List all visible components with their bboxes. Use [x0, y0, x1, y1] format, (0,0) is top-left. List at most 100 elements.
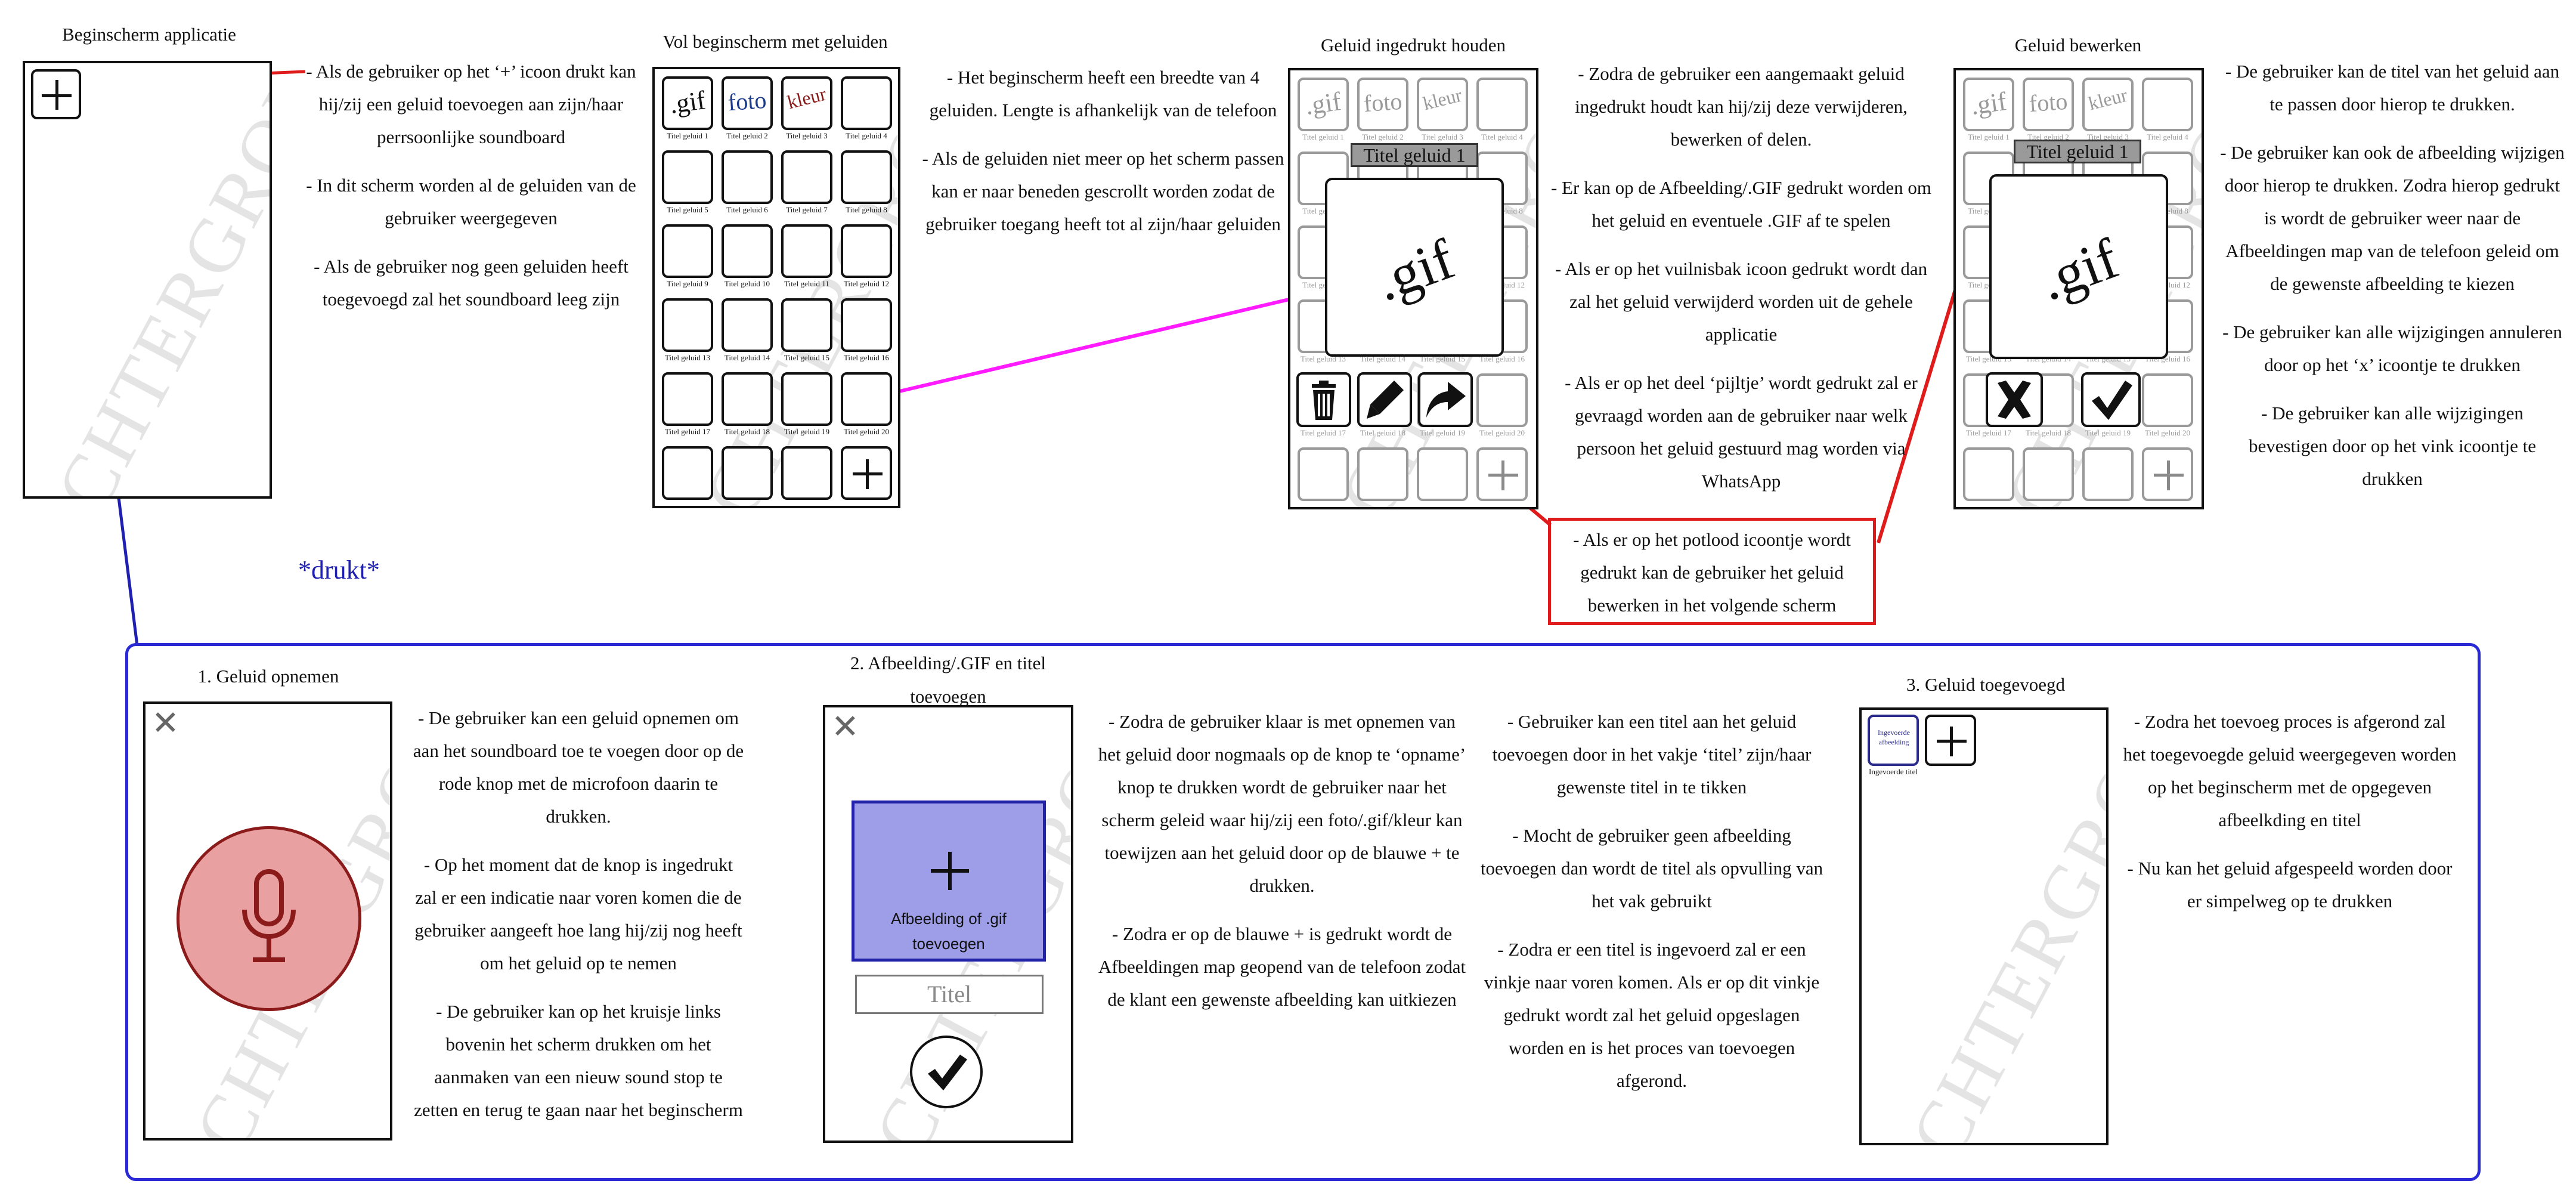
- desc-paragraph: - Zodra het toevoeg proces is afgerond z…: [2123, 711, 2457, 830]
- sound-tile[interactable]: foto: [722, 76, 773, 130]
- sound-tile-label: Titel geluid 17: [664, 427, 711, 436]
- sound-tile[interactable]: .gif: [662, 76, 713, 130]
- desc-paragraph: - De gebruiker kan ook de afbeelding wij…: [2220, 142, 2565, 294]
- step1-description: - De gebruiker kan een geluid opnemen om…: [411, 701, 745, 1142]
- sound-tile[interactable]: [722, 150, 773, 204]
- desc-paragraph: - De gebruiker kan alle wijzigingen annu…: [2222, 322, 2562, 375]
- added-sound-tile[interactable]: Ingevoerde afbeelding: [1868, 715, 1919, 766]
- microphone-icon: [242, 869, 296, 962]
- sound-tile[interactable]: .gif: [1963, 78, 2014, 131]
- confirm-add-button[interactable]: [910, 1036, 983, 1108]
- popup-gif-preview[interactable]: .gif: [1325, 178, 1504, 357]
- sound-tile[interactable]: [781, 224, 832, 278]
- added-image-placeholder: Ingevoerde afbeelding: [1878, 728, 1910, 746]
- popup-title[interactable]: Titel geluid 1: [1351, 143, 1478, 167]
- sound-tile[interactable]: [841, 76, 892, 130]
- sound-tile[interactable]: kleur: [2082, 78, 2134, 131]
- add-sound-button[interactable]: [1476, 447, 1528, 501]
- add-sound-button[interactable]: [841, 446, 892, 500]
- delete-button[interactable]: [1296, 372, 1351, 427]
- sound-tile-label: Titel geluid 18: [1360, 428, 1406, 437]
- sound-tile-label: Titel geluid 13: [664, 353, 711, 362]
- sound-tile[interactable]: [662, 372, 713, 426]
- sound-tile[interactable]: [841, 150, 892, 204]
- gif-text: .gif: [2031, 225, 2126, 313]
- add-sound-button[interactable]: [1925, 715, 1976, 766]
- sound-tile-label: Titel geluid 18: [2025, 428, 2072, 437]
- step2-title-description: - Gebruiker kan een titel aan het geluid…: [1479, 705, 1825, 1112]
- sound-tile[interactable]: [662, 150, 713, 204]
- sound-tile[interactable]: [722, 298, 773, 352]
- sound-tile[interactable]: [722, 224, 773, 278]
- edit-title-field[interactable]: Titel geluid 1: [2014, 140, 2141, 163]
- add-sound-button[interactable]: [31, 69, 81, 119]
- sound-tile-label: Titel geluid 1: [667, 131, 708, 140]
- confirm-edit-button[interactable]: [2081, 372, 2141, 427]
- sound-tile-label: Titel geluid 11: [784, 279, 829, 288]
- added-sound-title: Ingevoerde titel: [1869, 767, 1918, 776]
- title-input[interactable]: Titel: [855, 975, 1044, 1014]
- sound-tile[interactable]: [1417, 447, 1468, 501]
- edit-note-text: - Als er op het potlood icoontje wordt g…: [1573, 529, 1851, 616]
- sound-tile[interactable]: [781, 150, 832, 204]
- share-button[interactable]: [1418, 372, 1473, 427]
- sound-tile[interactable]: foto: [2023, 78, 2074, 131]
- sound-tile-label: Titel geluid 12: [843, 279, 890, 288]
- sound-tile[interactable]: [722, 372, 773, 426]
- sound-tile[interactable]: [2023, 447, 2074, 501]
- sound-tile[interactable]: [662, 298, 713, 352]
- sound-tile[interactable]: [841, 298, 892, 352]
- edit-gif-preview[interactable]: .gif: [1989, 174, 2168, 359]
- sound-tile[interactable]: foto: [1357, 78, 1408, 131]
- sound-tile[interactable]: kleur: [781, 76, 832, 130]
- close-icon[interactable]: ✕: [831, 707, 859, 746]
- sound-tile-label: Titel geluid 5: [667, 205, 708, 214]
- sound-tile-label: Titel geluid 16: [843, 353, 890, 362]
- sound-tile[interactable]: .gif: [1298, 78, 1349, 131]
- sound-tile[interactable]: [662, 224, 713, 278]
- sound-tile[interactable]: [1963, 447, 2014, 501]
- desc-paragraph: - Gebruiker kan een titel aan het geluid…: [1492, 711, 1812, 798]
- sound-tile[interactable]: [2142, 78, 2193, 131]
- add-sound-button[interactable]: [2142, 447, 2193, 501]
- record-button[interactable]: [177, 826, 361, 1011]
- sound-tile-label: Titel geluid 1: [1968, 132, 2010, 141]
- screen-add-image-title: ACHTERGROND ✕ Afbeelding of .gif toevoeg…: [823, 705, 1073, 1143]
- sound-tile[interactable]: [1357, 447, 1408, 501]
- edit-button[interactable]: [1357, 372, 1412, 427]
- sound-tile[interactable]: [781, 446, 832, 500]
- sound-tile-label: Titel geluid 3: [786, 131, 828, 140]
- sound-tile[interactable]: [781, 372, 832, 426]
- sound-tile[interactable]: [841, 372, 892, 426]
- desc-paragraph: - De gebruiker kan op het kruisje links …: [414, 1001, 743, 1120]
- screen-home-full: ACHTERGROND .gif Titel geluid 1 foto Titel …: [652, 67, 900, 508]
- sound-tile[interactable]: [781, 298, 832, 352]
- sound-tile[interactable]: [662, 446, 713, 500]
- cancel-edit-button[interactable]: [1986, 372, 2043, 427]
- sound-tile[interactable]: [2082, 447, 2134, 501]
- tile-thumbnail-text: kleur: [2086, 84, 2130, 115]
- sound-tile-label: Titel geluid 6: [726, 205, 768, 214]
- sound-tile[interactable]: [1476, 373, 1528, 427]
- sound-tile[interactable]: [2142, 373, 2193, 427]
- tile-thumbnail-text: foto: [1363, 87, 1403, 118]
- screen3-description: - Zodra de gebruiker een aangemaakt gelu…: [1550, 57, 1932, 513]
- tile-thumbnail-text: foto: [2028, 87, 2069, 118]
- sound-tile[interactable]: [722, 446, 773, 500]
- desc-paragraph: - Op het moment dat de knop is ingedrukt…: [414, 854, 742, 973]
- desc-paragraph: - Als de gebruiker op het ‘+’ icoon druk…: [306, 61, 636, 147]
- sound-tile[interactable]: kleur: [1417, 78, 1468, 131]
- sound-tile[interactable]: [1298, 447, 1349, 501]
- sound-tile[interactable]: [841, 224, 892, 278]
- tile-thumbnail-text: .gif: [667, 85, 708, 119]
- step3-description: - Zodra het toevoeg proces is afgerond z…: [2123, 705, 2457, 933]
- desc-paragraph: - Als de geluiden niet meer op het scher…: [922, 148, 1284, 234]
- desc-paragraph: - Er kan op de Afbeelding/.GIF gedrukt w…: [1551, 177, 1931, 231]
- sound-tile-label: Titel geluid 18: [724, 427, 770, 436]
- sound-tile-label: Titel geluid 20: [843, 427, 890, 436]
- sound-tile[interactable]: [1476, 78, 1528, 131]
- add-image-button[interactable]: Afbeelding of .gif toevoegen: [852, 801, 1046, 962]
- share-arrow-icon: [1426, 382, 1466, 418]
- close-icon[interactable]: ✕: [151, 704, 179, 743]
- checkmark-icon: [928, 1055, 967, 1090]
